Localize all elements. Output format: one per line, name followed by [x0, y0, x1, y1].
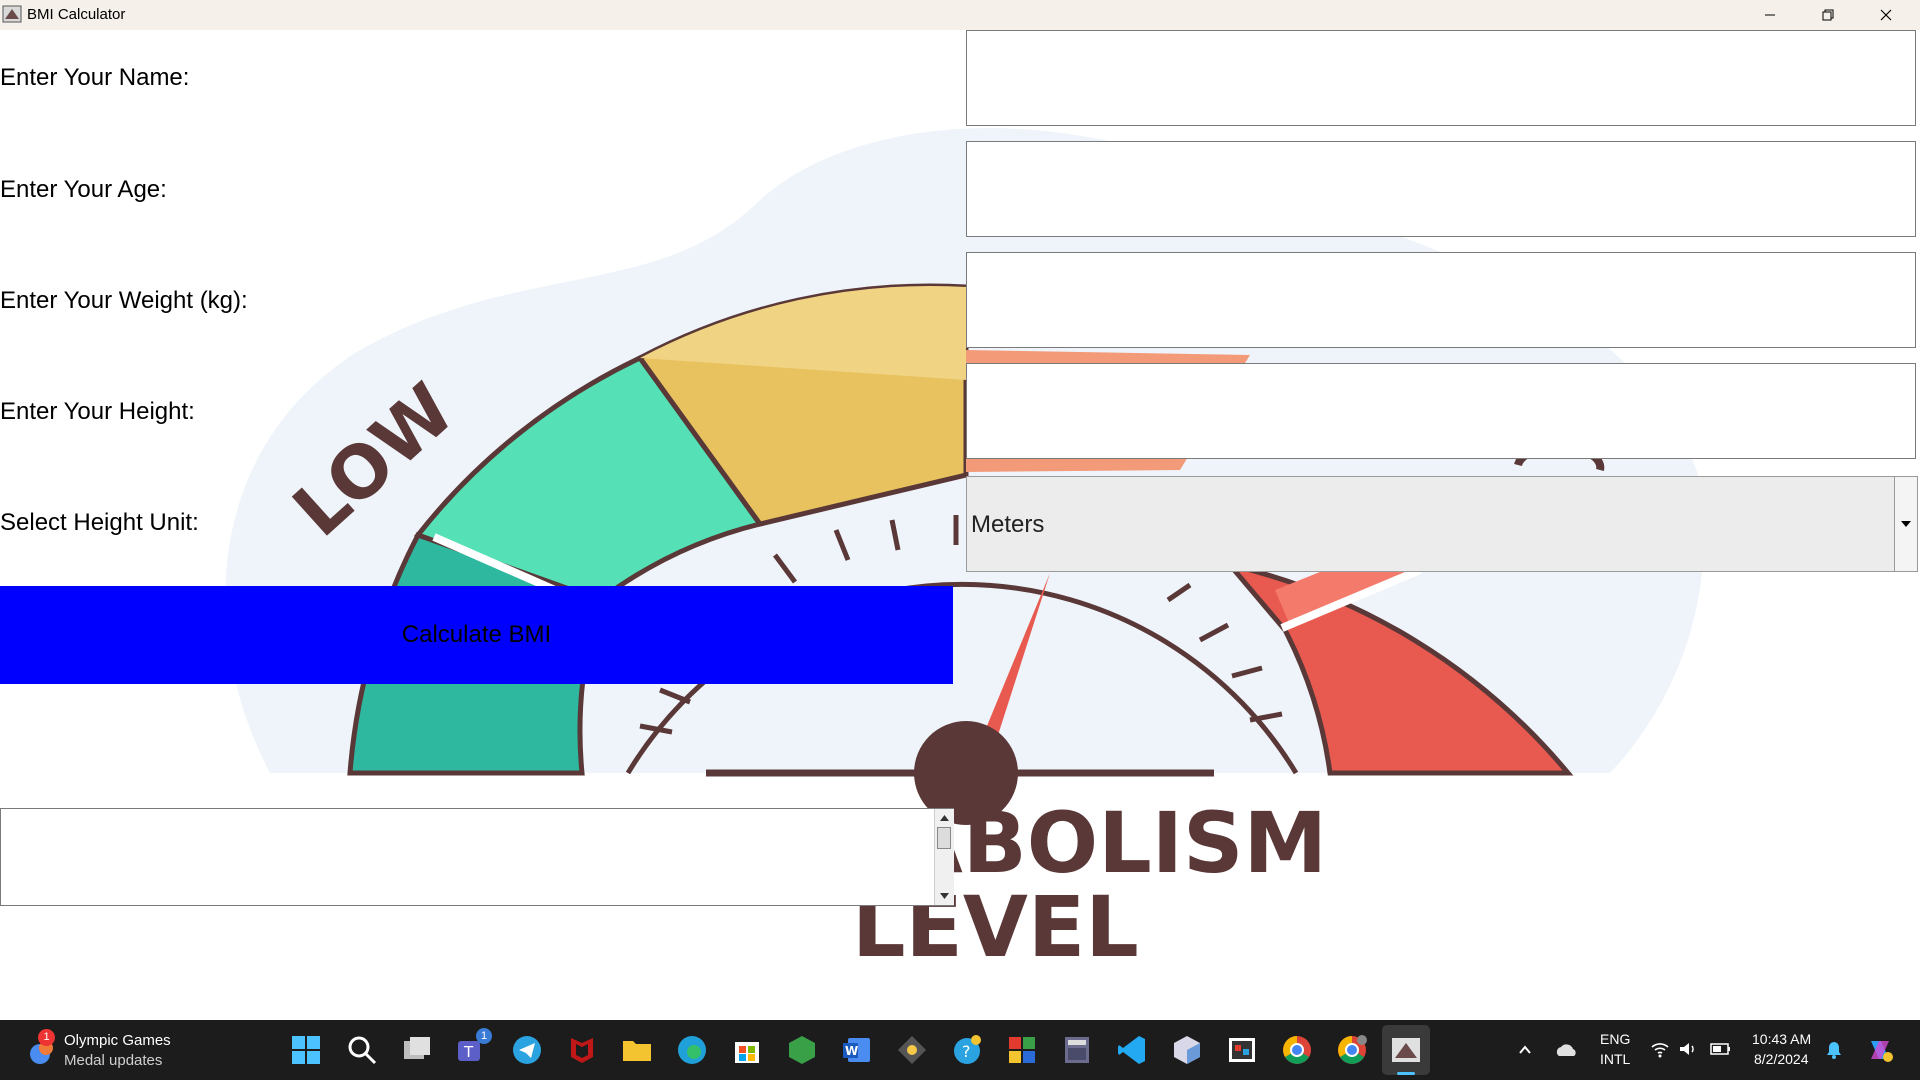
restore-icon	[1822, 9, 1834, 21]
help-icon[interactable]: ?	[950, 1033, 984, 1067]
word-icon[interactable]: W	[840, 1033, 874, 1067]
name-input[interactable]	[966, 30, 1916, 126]
clock-time[interactable]: 10:43 AM	[1752, 1031, 1811, 1047]
chrome-icon[interactable]	[1280, 1033, 1314, 1067]
widget-badge: 1	[38, 1029, 55, 1046]
scroll-thumb[interactable]	[937, 827, 951, 849]
result-output[interactable]	[0, 808, 954, 906]
vscode-icon[interactable]	[1115, 1033, 1149, 1067]
start-icon[interactable]	[289, 1033, 323, 1067]
chevron-down-icon	[1901, 521, 1911, 527]
widget-subtitle: Medal updates	[64, 1052, 163, 1069]
svg-text:W: W	[845, 1044, 858, 1058]
bmi-app-icon[interactable]	[1389, 1033, 1423, 1067]
unit-label: Select Height Unit:	[0, 509, 199, 536]
active-app-indicator	[1397, 1072, 1415, 1075]
scroll-down-icon	[940, 893, 949, 899]
calculator-icon[interactable]	[1060, 1033, 1094, 1067]
mcafee-icon[interactable]	[565, 1033, 599, 1067]
clock-date[interactable]: 8/2/2024	[1754, 1051, 1809, 1067]
edge-icon[interactable]	[675, 1033, 709, 1067]
taskbar: 1 Olympic Games Medal updates T 1 W ? EN…	[0, 1020, 1920, 1080]
task-view-icon[interactable]	[400, 1033, 434, 1067]
screen-app-icon[interactable]	[1225, 1033, 1259, 1067]
store-icon[interactable]	[730, 1033, 764, 1067]
result-scrollbar[interactable]	[934, 809, 954, 905]
restore-button[interactable]	[1799, 0, 1857, 30]
dropdown-button[interactable]	[1894, 477, 1917, 571]
weight-input[interactable]	[966, 252, 1916, 348]
window-title: BMI Calculator	[27, 6, 126, 23]
weight-label: Enter Your Weight (kg):	[0, 287, 248, 314]
box-app-icon[interactable]	[1170, 1033, 1204, 1067]
wifi-icon[interactable]	[1650, 1040, 1670, 1058]
height-label: Enter Your Height:	[0, 398, 195, 425]
volume-icon[interactable]	[1678, 1040, 1698, 1058]
notification-bell-icon[interactable]	[1825, 1040, 1843, 1060]
app-icon	[2, 5, 22, 23]
close-icon	[1880, 9, 1892, 21]
onedrive-icon[interactable]	[1554, 1042, 1578, 1058]
telegram-icon[interactable]	[510, 1033, 544, 1067]
calculate-bmi-label: Calculate BMI	[401, 621, 552, 648]
calculate-bmi-button[interactable]: Calculate BMI	[0, 586, 953, 684]
widget-title[interactable]: Olympic Games	[64, 1032, 171, 1049]
copilot-icon[interactable]	[1865, 1035, 1895, 1065]
app-tiles-icon[interactable]	[1005, 1033, 1039, 1067]
title-bar: BMI Calculator	[0, 0, 1920, 30]
close-button[interactable]	[1857, 0, 1915, 30]
chevron-up-icon[interactable]	[1517, 1042, 1533, 1058]
battery-icon[interactable]	[1710, 1042, 1732, 1056]
minimize-button[interactable]	[1741, 0, 1799, 30]
age-label: Enter Your Age:	[0, 176, 167, 203]
search-icon[interactable]	[345, 1033, 379, 1067]
minimize-icon	[1765, 14, 1775, 16]
age-input[interactable]	[966, 141, 1916, 237]
language-line1[interactable]: ENG	[1600, 1031, 1630, 1047]
git-icon[interactable]	[895, 1033, 929, 1067]
svg-text:?: ?	[962, 1042, 971, 1061]
height-unit-value: Meters	[971, 511, 1045, 538]
name-label: Enter Your Name:	[0, 64, 190, 91]
teams-badge: 1	[476, 1028, 492, 1044]
minecraft-icon[interactable]	[785, 1033, 819, 1067]
language-line2: INTL	[1600, 1051, 1631, 1067]
scroll-up-icon	[940, 815, 949, 821]
svg-text:T: T	[463, 1043, 474, 1061]
height-input[interactable]	[966, 363, 1916, 459]
file-explorer-icon[interactable]	[620, 1033, 654, 1067]
height-unit-select[interactable]: Meters	[966, 476, 1918, 572]
chrome-profile-icon[interactable]	[1335, 1033, 1369, 1067]
